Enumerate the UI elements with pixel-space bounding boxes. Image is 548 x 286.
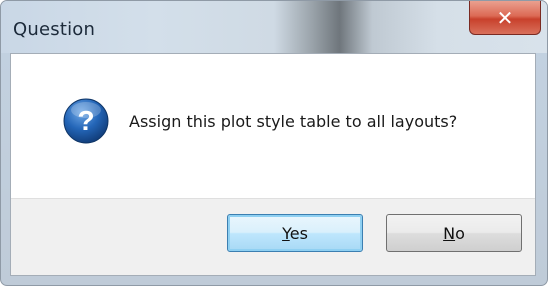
message-area: ? Assign this plot style table to all la… — [11, 54, 535, 199]
no-button[interactable]: No — [386, 214, 522, 252]
yes-button-label: Yes — [282, 223, 308, 243]
svg-text:?: ? — [77, 105, 94, 136]
dialog-window: Question ✕ ? Assign this plot style tabl… — [0, 0, 548, 286]
title-bar[interactable]: Question ✕ — [1, 1, 547, 53]
no-button-label: No — [443, 223, 465, 243]
dialog-body: ? Assign this plot style table to all la… — [10, 53, 536, 276]
dialog-message: Assign this plot style table to all layo… — [129, 112, 458, 131]
close-icon: ✕ — [496, 5, 514, 30]
close-button[interactable]: ✕ — [469, 1, 541, 35]
yes-button[interactable]: Yes — [227, 214, 363, 252]
question-icon: ? — [63, 98, 109, 144]
window-title: Question — [13, 19, 96, 40]
